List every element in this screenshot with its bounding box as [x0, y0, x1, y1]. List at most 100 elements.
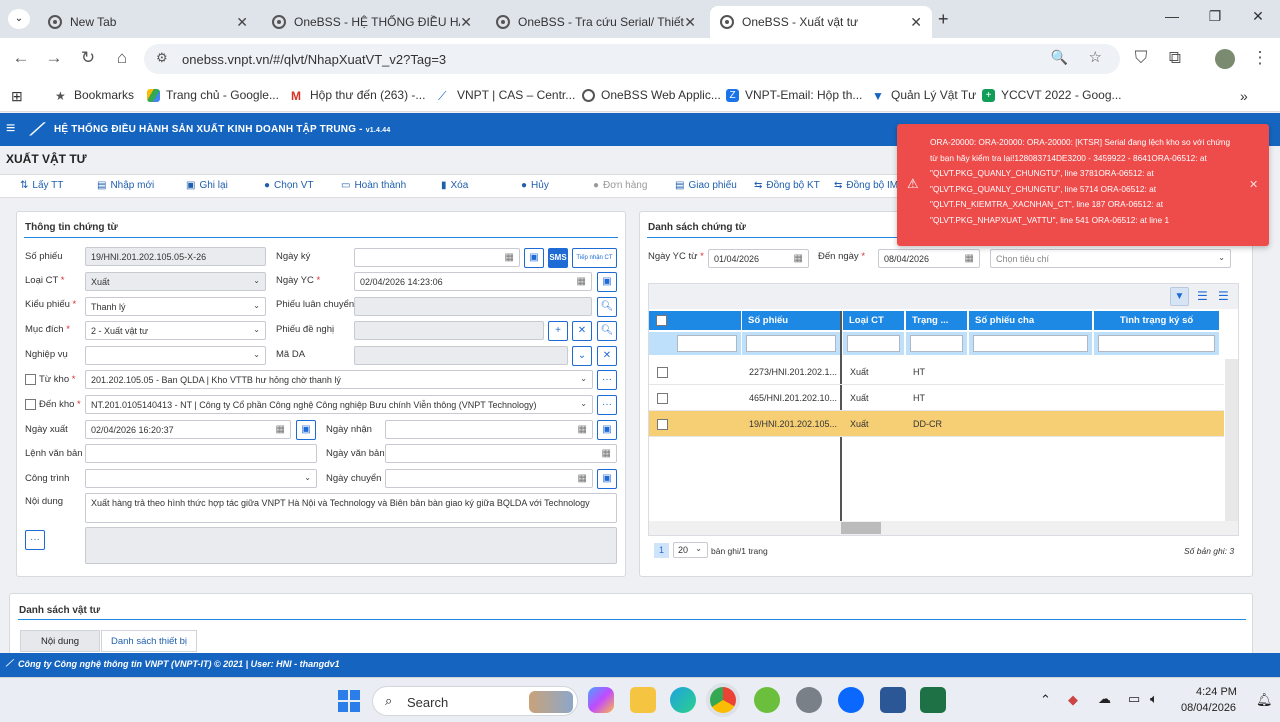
calendar-icon[interactable]: ▦ [794, 253, 803, 264]
dong-bo-ims-button[interactable]: ⇆ Đồng bộ IMS [834, 180, 905, 191]
back-icon[interactable]: ← [10, 48, 32, 68]
filter-so-phieu-cha-input[interactable] [973, 335, 1088, 352]
nhap-moi-button[interactable]: ▤ Nhập mới [97, 180, 154, 191]
phieu-de-nghi-field[interactable] [354, 321, 544, 340]
tu-kho-more-button[interactable]: ··· [597, 370, 617, 390]
column-header-tinh-trang-ky-so[interactable]: Tình trạng ký số [1094, 311, 1219, 330]
table-row[interactable]: 465/HNI.201.202.10... Xuất HT [649, 385, 1224, 411]
tab-onebss-dieu-hanh[interactable]: OneBSS - HỆ THỐNG ĐIỀU HÀNH ✕ [262, 6, 482, 38]
column-header-so-phieu-cha[interactable]: Số phiếu cha [969, 311, 1092, 330]
tab-danh-sach-thiet-bi[interactable]: Danh sách thiết bị [101, 630, 197, 652]
den-ngay-field[interactable]: 08/04/2026 ▦ [878, 249, 980, 268]
tab-search-button[interactable]: ⌄ [8, 9, 30, 29]
grid-vertical-scrollbar[interactable] [1225, 359, 1238, 521]
close-tab-icon[interactable]: ✕ [460, 14, 472, 31]
excel-icon[interactable] [920, 687, 946, 713]
home-icon[interactable]: ⌂ [111, 48, 133, 68]
bookmark-trang-chu-google[interactable]: Trang chủ - Google... [147, 88, 279, 102]
ngay-yc-tu-field[interactable]: 01/04/2026 ▦ [708, 249, 809, 268]
noi-dung-more-button[interactable]: ··· [25, 530, 45, 550]
calendar-icon[interactable]: ▦ [578, 473, 587, 484]
clock-time[interactable]: 4:24 PM [1196, 686, 1237, 698]
volume-icon[interactable]: 🔈︎ [1150, 691, 1158, 707]
filter-loai-ct-input[interactable] [847, 335, 900, 352]
ghi-lai-button[interactable]: ▣ Ghi lại [186, 180, 228, 191]
shield-extension-icon[interactable]: ⛉ [1130, 48, 1152, 68]
lay-tt-button[interactable]: ⇅ Lấy TT [20, 180, 63, 191]
hamburger-menu-icon[interactable]: ≡ [6, 120, 15, 138]
bookmark-hop-thu[interactable]: M Hộp thư đến (263) -... [291, 88, 425, 103]
tray-chevron-up-icon[interactable]: ⌃ [1040, 692, 1051, 708]
ngay-yc-picker-button[interactable]: ▣ [597, 272, 617, 292]
tab-new-tab[interactable]: New Tab ✕ [38, 6, 258, 38]
notification-bell-icon[interactable]: 🔔︎ [1256, 692, 1273, 708]
close-toast-icon[interactable]: ✕ [1249, 178, 1258, 191]
bookmark-bookmarks[interactable]: ★ Bookmarks [55, 88, 134, 103]
filter-trang-thai-input[interactable] [910, 335, 963, 352]
filter-so-phieu-input[interactable] [746, 335, 836, 352]
ngay-nhan-picker-button[interactable]: ▣ [597, 420, 617, 440]
pager-current-page[interactable]: 1 [654, 543, 669, 558]
column-header-so-phieu[interactable]: Số phiếu [742, 311, 840, 330]
windows-start-icon[interactable] [338, 690, 360, 712]
clear-phieu-de-nghi-button[interactable]: ✕ [572, 321, 592, 341]
calendar-icon[interactable]: ▦ [505, 252, 514, 263]
grid-filter-icon[interactable]: ▼ [1170, 287, 1189, 306]
bookmark-star-icon[interactable]: ☆ [1089, 48, 1102, 66]
minimize-icon[interactable]: — [1160, 8, 1184, 24]
ngay-nhan-field[interactable]: ▦ [385, 420, 593, 439]
den-kho-checkbox[interactable] [25, 399, 36, 410]
ma-da-field[interactable] [354, 346, 568, 365]
so-phieu-field[interactable]: 19/HNI.201.202.105.05-X-26 [85, 247, 266, 266]
tiep-nhan-ct-button[interactable]: Tiếp nhận CT [572, 248, 617, 268]
page-size-select[interactable]: 20 ⌄ [673, 542, 708, 558]
ngay-xuat-picker-button[interactable]: ▣ [296, 420, 316, 440]
apps-grid-icon[interactable]: ⊞ [11, 88, 23, 105]
grid-list-view-icon[interactable]: ☰ [1197, 289, 1208, 303]
file-explorer-icon[interactable] [630, 687, 656, 713]
site-info-icon[interactable]: ⚙ [156, 50, 168, 66]
bookmark-vnpt-cas[interactable]: ⟋ VNPT | CAS – Centr... [438, 88, 575, 103]
new-tab-button[interactable]: + [938, 9, 949, 30]
copilot-icon[interactable] [588, 687, 614, 713]
xoa-button[interactable]: ▮ Xóa [441, 180, 468, 191]
edge-icon[interactable] [670, 687, 696, 713]
ngay-chuyen-picker-button[interactable]: ▣ [597, 469, 617, 489]
row-checkbox[interactable] [657, 419, 668, 430]
extensions-icon[interactable]: ⧉ [1164, 48, 1186, 68]
word-icon[interactable] [880, 687, 906, 713]
sms-button[interactable]: SMS [548, 248, 568, 268]
ngay-van-ban-field[interactable]: ▦ [385, 444, 617, 463]
clear-ma-da-button[interactable]: ✕ [597, 346, 617, 366]
loai-ct-select[interactable]: Xuất ⌄ [85, 272, 266, 291]
chrome-taskbar-icon[interactable] [710, 687, 736, 713]
grid-column-chooser-icon[interactable]: ☰ [1218, 289, 1229, 303]
zoom-icon[interactable]: 🔍 [1051, 49, 1068, 66]
tu-kho-select[interactable]: 201.202.105.05 - Ban QLDA | Kho VTTB hư … [85, 370, 593, 389]
scrollbar-thumb[interactable] [841, 522, 881, 534]
ma-da-dropdown-button[interactable]: ⌄ [572, 346, 592, 366]
bookmark-onebss-web[interactable]: OneBSS Web Applic... [582, 88, 721, 102]
filter-tinh-trang-input[interactable] [1098, 335, 1215, 352]
den-kho-more-button[interactable]: ··· [597, 395, 617, 415]
search-phieu-luan-chuyen-button[interactable]: 🔍︎ [597, 297, 617, 317]
clock-date[interactable]: 08/04/2026 [1181, 702, 1236, 714]
ngay-ky-field[interactable]: ▦ [354, 248, 520, 267]
chon-vt-button[interactable]: ● Chọn VT [264, 180, 314, 191]
giao-phieu-button[interactable]: ▤ Giao phiếu [675, 180, 737, 191]
green-app-icon[interactable] [754, 687, 780, 713]
phieu-luan-chuyen-field[interactable] [354, 297, 592, 316]
table-row[interactable]: 2273/HNI.201.202.1... Xuất HT [649, 359, 1224, 385]
reload-icon[interactable]: ↻ [77, 48, 99, 68]
calendar-icon[interactable]: ▦ [965, 253, 974, 264]
hoan-thanh-button[interactable]: ▭ Hoàn thành [341, 180, 406, 191]
ngay-ky-picker-button[interactable]: ▣ [524, 248, 544, 268]
tieu-chi-select[interactable]: Chọn tiêu chí ⌄ [990, 249, 1231, 268]
lenh-van-ban-field[interactable] [85, 444, 317, 463]
muc-dich-select[interactable]: 2 - Xuất vật tư ⌄ [85, 321, 266, 340]
network-icon[interactable]: ▭ [1128, 691, 1140, 707]
row-checkbox[interactable] [657, 367, 668, 378]
nghiep-vu-select[interactable]: ⌄ [85, 346, 266, 365]
forward-icon[interactable]: → [43, 48, 65, 68]
ngay-chuyen-field[interactable]: ▦ [385, 469, 593, 488]
